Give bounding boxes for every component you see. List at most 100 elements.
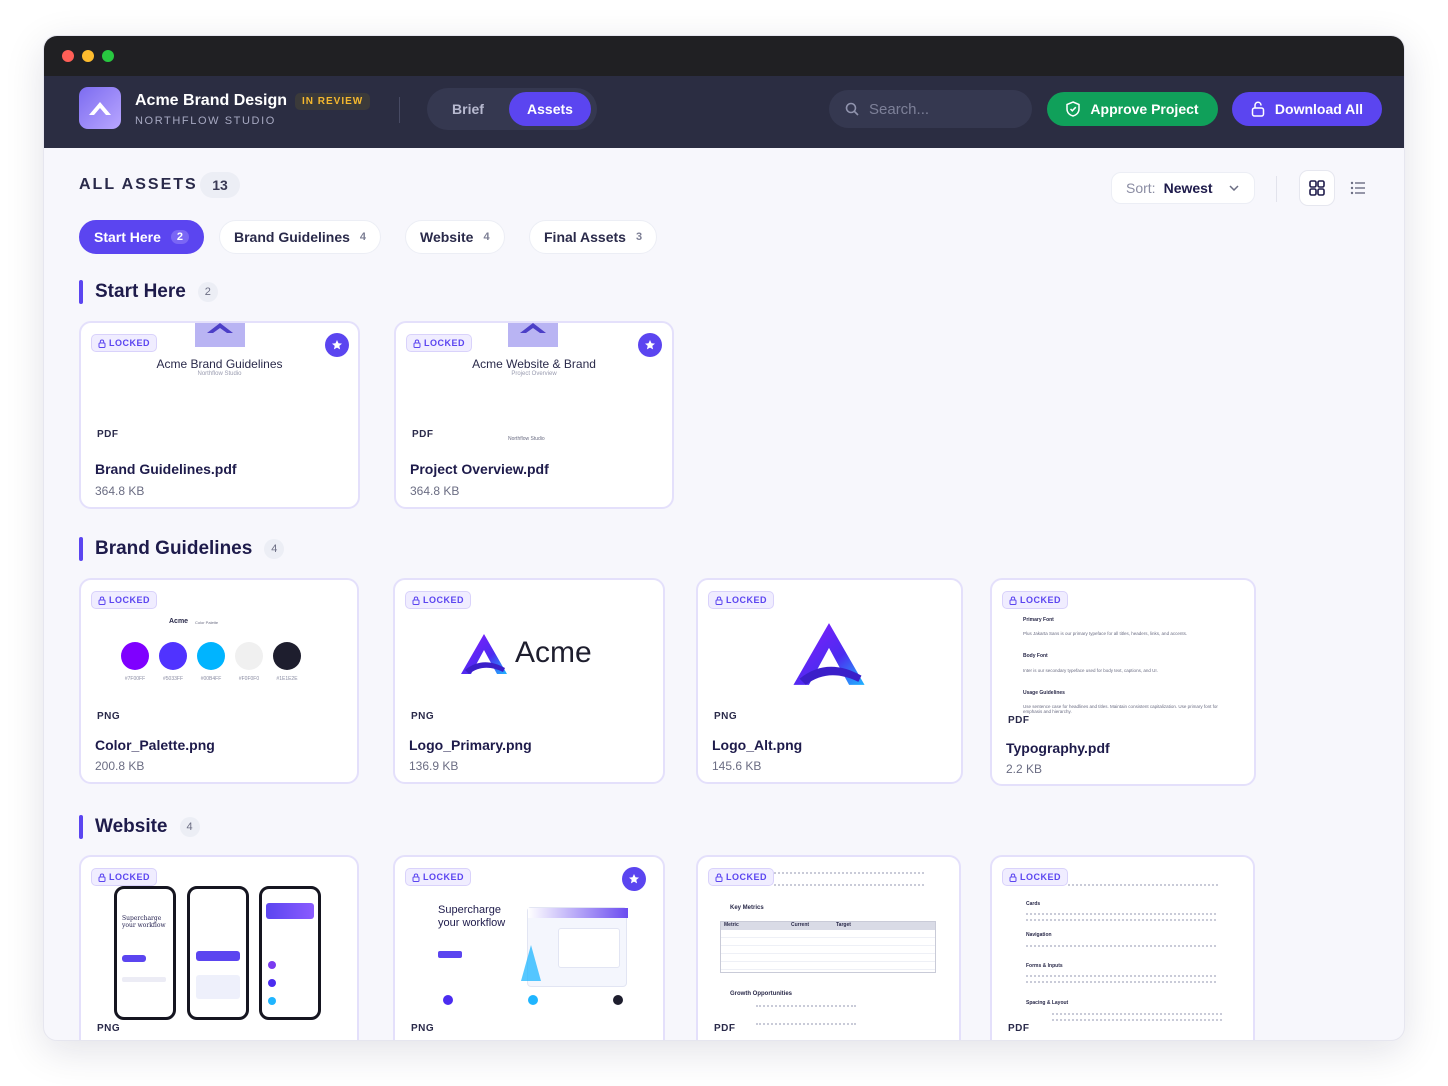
swatch-label: #1E1E2E xyxy=(276,676,298,682)
download-all-label: Download All xyxy=(1274,101,1364,117)
grid-view-button[interactable] xyxy=(1299,170,1335,206)
locked-badge: LOCKED xyxy=(1002,591,1068,609)
doc-heading: Navigation xyxy=(1026,932,1052,938)
doc-text: Plus Jakarta Sans is our primary typefac… xyxy=(1023,631,1188,636)
dashboard-bar xyxy=(528,908,628,918)
file-size: 145.6 KB xyxy=(712,759,762,773)
lock-icon xyxy=(412,872,420,882)
locked-label: LOCKED xyxy=(726,595,767,605)
file-size: 364.8 KB xyxy=(95,484,145,498)
doc-text: Inter is our secondary typeface used for… xyxy=(1023,668,1158,673)
section-accent-bar xyxy=(79,280,83,304)
phone-mockup: Supercharge your workflow xyxy=(114,886,176,1020)
swatch-circle xyxy=(273,642,301,670)
status-badge: IN REVIEW xyxy=(295,93,371,110)
app-header: Acme Brand Design NORTHFLOW STUDIO IN RE… xyxy=(44,76,1404,148)
lock-icon xyxy=(1251,101,1265,117)
star-icon[interactable] xyxy=(325,333,349,357)
color-swatches: #7F00FF #5033FF #00B4FF #F0F0F0 #1E1E2E xyxy=(121,642,301,682)
metrics-table: Metric Current Target xyxy=(720,921,936,973)
asset-card-project-overview[interactable]: LOCKED Acme Website & Brand Project Over… xyxy=(394,321,674,509)
locked-label: LOCKED xyxy=(1020,595,1061,605)
download-all-button[interactable]: Download All xyxy=(1232,92,1382,126)
lock-icon xyxy=(98,872,106,882)
asset-card-typography[interactable]: LOCKED Primary Font Plus Jakarta Sans is… xyxy=(990,578,1256,786)
asset-card-website-mobile[interactable]: LOCKED Supercharge your workflow PNG xyxy=(79,855,359,1040)
tab-brief[interactable]: Brief xyxy=(435,92,501,126)
swatch: #F0F0F0 xyxy=(235,642,263,682)
swatch: #00B4FF xyxy=(197,642,225,682)
doc-text: Use sentence case for headlines and titl… xyxy=(1023,704,1218,714)
section-count: 4 xyxy=(179,817,200,837)
preview-title: Acme Brand Guidelines xyxy=(156,357,283,371)
swatch-label: #5033FF xyxy=(162,676,183,682)
filter-final-assets[interactable]: Final Assets 3 xyxy=(529,220,658,254)
section-title: Website xyxy=(95,816,168,837)
toolbar-divider xyxy=(1276,176,1277,202)
approve-project-button[interactable]: Approve Project xyxy=(1047,92,1218,126)
table-header-cell: Target xyxy=(836,922,851,928)
lock-icon xyxy=(412,595,420,605)
locked-label: LOCKED xyxy=(424,338,465,348)
doc-text-lines xyxy=(1068,884,1218,888)
doc-text-lines xyxy=(756,1005,856,1025)
filter-website[interactable]: Website 4 xyxy=(405,220,505,254)
file-type-badge: PNG xyxy=(411,711,435,722)
section-start-here: Start Here 2 xyxy=(79,280,218,304)
search-input[interactable]: Search... xyxy=(829,90,1032,128)
locked-label: LOCKED xyxy=(423,872,464,882)
phone-chart xyxy=(196,975,240,999)
swatch-label: #00B4FF xyxy=(200,676,222,682)
file-name: Logo_Alt.png xyxy=(712,737,803,753)
dashboard-chart xyxy=(558,928,620,968)
sort-label: Sort: xyxy=(1126,180,1156,196)
asset-card-website-components[interactable]: LOCKED Cards Navigation Forms & Inputs S… xyxy=(990,855,1255,1040)
studio-name: NORTHFLOW STUDIO xyxy=(135,115,276,127)
preview-subtitle: Northflow Studio xyxy=(197,371,242,377)
close-window-button[interactable] xyxy=(62,50,74,62)
project-logo-icon xyxy=(79,87,121,129)
file-type-badge: PDF xyxy=(412,429,434,440)
maximize-window-button[interactable] xyxy=(102,50,114,62)
filter-start-here[interactable]: Start Here 2 xyxy=(79,220,205,254)
file-type-badge: PNG xyxy=(97,1023,121,1034)
locked-badge: LOCKED xyxy=(91,868,157,886)
asset-card-website-desktop[interactable]: LOCKED Supercharge your workflow PNG xyxy=(393,855,665,1040)
asset-card-website-report[interactable]: LOCKED Key Metrics Metric Current Target… xyxy=(696,855,961,1040)
list-view-button[interactable] xyxy=(1340,170,1376,206)
asset-card-logo-primary[interactable]: LOCKED Acme PNG Logo_Primary.png 136.9 K… xyxy=(393,578,665,784)
feature-row xyxy=(443,995,623,1005)
lock-icon xyxy=(98,338,106,348)
swatch-circle xyxy=(235,642,263,670)
locked-label: LOCKED xyxy=(109,595,150,605)
feature-dot xyxy=(443,995,453,1005)
sort-dropdown[interactable]: Sort: Newest xyxy=(1111,172,1255,204)
doc-heading: Forms & Inputs xyxy=(1026,963,1063,969)
tab-assets[interactable]: Assets xyxy=(509,92,591,126)
section-website: Website 4 xyxy=(79,815,200,839)
locked-badge: LOCKED xyxy=(708,868,774,886)
doc-heading: Key Metrics xyxy=(730,905,764,911)
minimize-window-button[interactable] xyxy=(82,50,94,62)
asset-card-brand-guidelines[interactable]: LOCKED Acme Brand Guidelines Northflow S… xyxy=(79,321,360,509)
lock-icon xyxy=(98,595,106,605)
filter-brand-guidelines[interactable]: Brand Guidelines 4 xyxy=(219,220,382,254)
file-type-badge: PNG xyxy=(97,711,121,722)
locked-label: LOCKED xyxy=(1020,872,1061,882)
dashboard-mockup xyxy=(527,907,628,987)
filter-count: 3 xyxy=(635,231,643,243)
preview-subtitle: Project Overview xyxy=(511,371,557,377)
asset-card-logo-alt[interactable]: LOCKED PNG Logo_Alt.png 145.6 KB xyxy=(696,578,963,784)
star-icon[interactable] xyxy=(622,867,646,891)
search-placeholder: Search... xyxy=(869,100,930,118)
asset-card-color-palette[interactable]: LOCKED Acme Color Palette #7F00FF #5033F… xyxy=(79,578,359,784)
doc-heading: Usage Guidelines xyxy=(1023,690,1065,696)
filter-label: Brand Guidelines xyxy=(234,229,350,245)
file-type-badge: PDF xyxy=(97,429,119,440)
star-icon[interactable] xyxy=(638,333,662,357)
title-bar xyxy=(44,36,1404,76)
file-name: Logo_Primary.png xyxy=(409,737,532,753)
section-accent-bar xyxy=(79,815,83,839)
section-brand-guidelines: Brand Guidelines 4 xyxy=(79,537,285,561)
doc-text-lines xyxy=(774,872,924,886)
